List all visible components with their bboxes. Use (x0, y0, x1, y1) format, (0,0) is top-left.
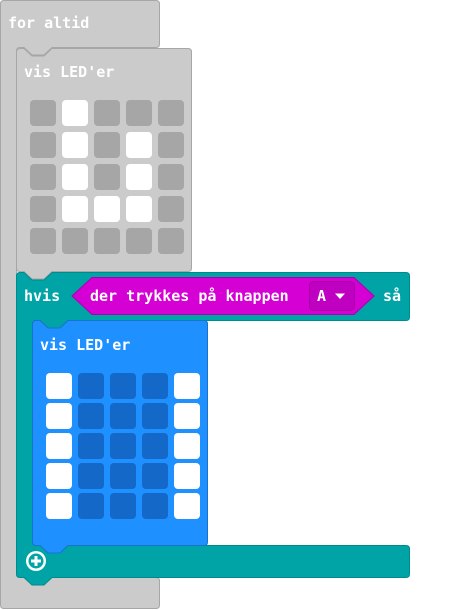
led-cell-r2-c1[interactable] (78, 433, 104, 459)
led-cell-r0-c2[interactable] (94, 100, 120, 126)
led-cell-r3-c3[interactable] (142, 463, 168, 489)
led-cell-r2-c3[interactable] (142, 433, 168, 459)
led-cell-r3-c1[interactable] (78, 463, 104, 489)
led-cell-r4-c0[interactable] (30, 228, 56, 254)
led-cell-r3-c1[interactable] (62, 196, 88, 222)
button-pressed-block[interactable]: der trykkes på knappen A (71, 277, 375, 315)
led-cell-r0-c0[interactable] (46, 373, 72, 399)
led-cell-r0-c4[interactable] (158, 100, 184, 126)
led-cell-r1-c2[interactable] (110, 403, 136, 429)
then-label: så (383, 287, 401, 305)
led-cell-r2-c0[interactable] (30, 164, 56, 190)
led-cell-r3-c2[interactable] (110, 463, 136, 489)
led-cell-r3-c0[interactable] (30, 196, 56, 222)
led-cell-r0-c2[interactable] (110, 373, 136, 399)
block-workspace: for altid vis LED'er hvis så der trykkes… (0, 0, 410, 609)
led-cell-r4-c4[interactable] (158, 228, 184, 254)
show-leds-2-label: vis LED'er (40, 336, 130, 354)
led-cell-r1-c3[interactable] (142, 403, 168, 429)
led-cell-r3-c4[interactable] (174, 463, 200, 489)
led-cell-r0-c1[interactable] (78, 373, 104, 399)
led-cell-r3-c3[interactable] (126, 196, 152, 222)
button-dropdown-value: A (317, 287, 326, 305)
led-cell-r0-c0[interactable] (30, 100, 56, 126)
show-leds-1-label: vis LED'er (24, 63, 114, 81)
led-cell-r4-c3[interactable] (126, 228, 152, 254)
button-dropdown[interactable]: A (309, 281, 355, 311)
led-cell-r1-c0[interactable] (30, 132, 56, 158)
led-cell-r4-c1[interactable] (78, 493, 104, 519)
led-cell-r4-c2[interactable] (110, 493, 136, 519)
led-cell-r4-c4[interactable] (174, 493, 200, 519)
button-pressed-label: der trykkes på knappen (90, 287, 289, 305)
led-grid-2 (46, 373, 200, 519)
led-cell-r0-c1[interactable] (62, 100, 88, 126)
led-cell-r2-c2[interactable] (94, 164, 120, 190)
show-leds-block-2[interactable]: vis LED'er (32, 320, 208, 554)
led-cell-r1-c1[interactable] (62, 132, 88, 158)
forever-label: for altid (8, 14, 89, 32)
show-leds-block-1[interactable]: vis LED'er (16, 48, 192, 280)
led-cell-r2-c0[interactable] (46, 433, 72, 459)
led-cell-r1-c4[interactable] (174, 403, 200, 429)
led-cell-r3-c0[interactable] (46, 463, 72, 489)
led-cell-r2-c4[interactable] (174, 433, 200, 459)
led-cell-r2-c3[interactable] (126, 164, 152, 190)
led-cell-r2-c1[interactable] (62, 164, 88, 190)
led-cell-r1-c3[interactable] (126, 132, 152, 158)
led-cell-r1-c4[interactable] (158, 132, 184, 158)
plus-circle-icon[interactable] (26, 551, 46, 571)
led-cell-r1-c1[interactable] (78, 403, 104, 429)
led-cell-r4-c3[interactable] (142, 493, 168, 519)
led-cell-r4-c2[interactable] (94, 228, 120, 254)
led-cell-r2-c2[interactable] (110, 433, 136, 459)
led-cell-r4-c1[interactable] (62, 228, 88, 254)
led-cell-r3-c4[interactable] (158, 196, 184, 222)
led-cell-r1-c0[interactable] (46, 403, 72, 429)
led-grid-1 (30, 100, 184, 254)
led-cell-r0-c4[interactable] (174, 373, 200, 399)
led-cell-r4-c0[interactable] (46, 493, 72, 519)
led-cell-r3-c2[interactable] (94, 196, 120, 222)
led-cell-r1-c2[interactable] (94, 132, 120, 158)
led-cell-r0-c3[interactable] (142, 373, 168, 399)
led-cell-r2-c4[interactable] (158, 164, 184, 190)
if-label: hvis (24, 287, 60, 305)
led-cell-r0-c3[interactable] (126, 100, 152, 126)
